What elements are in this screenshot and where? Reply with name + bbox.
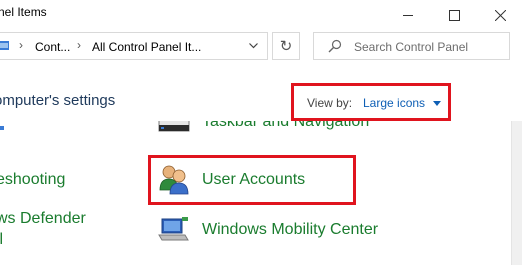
item-taskbar-navigation[interactable]: Taskbar and Navigation	[202, 121, 369, 131]
user-accounts-highlight	[148, 155, 356, 205]
minimize-icon	[403, 14, 413, 16]
view-by-dropdown[interactable]: Large icons	[363, 96, 425, 110]
maximize-icon	[448, 9, 460, 21]
partial-item-icon	[0, 126, 4, 130]
minimize-button[interactable]	[385, 0, 431, 30]
item-windows-defender-firewall-line2[interactable]: ll	[0, 231, 3, 249]
page-heading: omputer's settings	[0, 92, 116, 109]
search-icon	[328, 39, 342, 53]
view-by-highlight: View by: Large icons	[291, 83, 451, 121]
taskbar-icon	[158, 121, 190, 139]
close-icon	[494, 9, 506, 21]
item-windows-mobility-center[interactable]: Windows Mobility Center	[202, 221, 378, 239]
breadcrumb-separator: ›	[19, 38, 23, 52]
view-by-label: View by:	[307, 96, 353, 110]
refresh-icon: ↻	[279, 38, 293, 55]
close-button[interactable]	[477, 0, 522, 30]
refresh-button[interactable]: ↻	[272, 32, 300, 60]
title-bar: nel Items	[0, 0, 522, 30]
item-troubleshooting[interactable]: eshooting	[0, 171, 65, 189]
address-bar[interactable]: › Cont... › All Control Panel It...	[0, 32, 268, 60]
breadcrumb-separator: ›	[77, 38, 81, 52]
control-panel-icon	[0, 41, 9, 50]
window-title: nel Items	[0, 5, 47, 19]
breadcrumb-item-control[interactable]: Cont...	[35, 40, 70, 54]
search-placeholder: Search Control Panel	[354, 40, 469, 54]
breadcrumb-item-all-control-panel[interactable]: All Control Panel It...	[92, 40, 201, 54]
caret-down-icon	[433, 101, 441, 106]
chevron-down-icon	[248, 43, 258, 49]
item-windows-defender-firewall[interactable]: ws Defender	[0, 210, 86, 228]
search-input[interactable]: Search Control Panel	[313, 32, 510, 60]
mobility-center-icon	[158, 213, 190, 245]
vertical-scrollbar[interactable]	[511, 121, 522, 265]
maximize-button[interactable]	[431, 0, 477, 30]
address-dropdown-button[interactable]	[241, 33, 265, 59]
